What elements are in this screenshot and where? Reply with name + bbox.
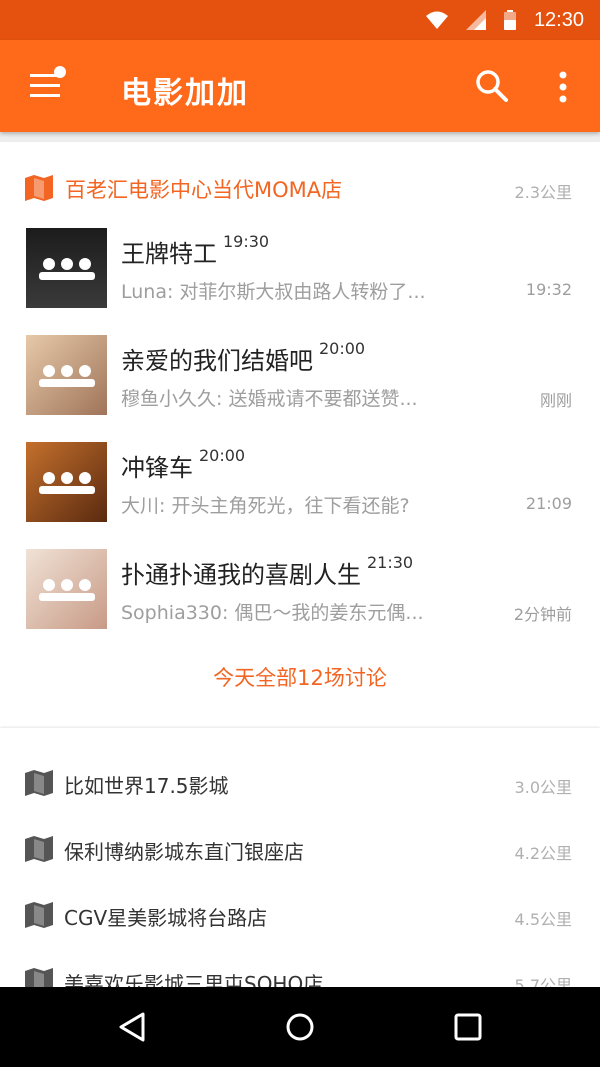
app-title: 电影加加 [121,76,249,111]
movie-row[interactable]: 亲爱的我们结婚吧 20:00 穆鱼小久久: 送婚戒请不要都送赞... 刚刚 [0,335,600,435]
cinema-name: 比如世界17.5影城 [64,774,229,798]
cinema-name: 保利博纳影城东直门银座店 [64,840,304,864]
menu-icon-line [30,94,60,97]
movie-poster [26,228,107,308]
recents-icon [454,1013,482,1041]
movie-row[interactable]: 冲锋车 20:00 大川: 开头主角死光，往下看还能? 21:09 [0,442,600,542]
map-icon [25,770,53,800]
map-icon [25,836,53,866]
movie-poster [26,549,107,629]
all-discussions-link[interactable]: 今天全部12场讨论 [0,662,600,692]
featured-cinema-header[interactable]: 百老汇电影中心当代MOMA店 2.3公里 [0,172,600,206]
showtime: 21:30 [367,553,414,572]
cinema-row[interactable]: 美嘉欢乐影城三里屯SOHO店 5.7公里 [0,964,600,987]
group-chat-icon [39,258,95,280]
movie-title-text: 冲锋车 [121,454,193,482]
featured-cinema-distance: 2.3公里 [514,183,572,202]
search-button[interactable] [474,68,510,104]
cinema-row[interactable]: 保利博纳影城东直门银座店 4.2公里 [0,832,600,892]
status-bar: 12:30 [0,0,600,40]
cellular-signal-icon [465,10,486,30]
more-options-button[interactable] [548,70,578,104]
movie-row[interactable]: 扑通扑通我的喜剧人生 21:30 Sophia330: 偶巴～我的姜东元偶... … [0,549,600,649]
battery-icon [503,10,516,30]
comment-time: 21:09 [525,494,572,513]
movie-title-text: 亲爱的我们结婚吧 [121,347,313,375]
movie-title: 冲锋车 20:00 [121,446,246,483]
cinema-distance: 5.7公里 [514,976,572,987]
cinema-distance: 4.5公里 [514,910,572,929]
latest-comment: Luna: 对菲尔斯大叔由路人转粉了... [121,281,426,303]
movie-title-text: 王牌特工 [121,240,217,268]
cinema-row[interactable]: 比如世界17.5影城 3.0公里 [0,766,600,826]
featured-cinema-name: 百老汇电影中心当代MOMA店 [65,178,343,202]
movie-row[interactable]: 王牌特工 19:30 Luna: 对菲尔斯大叔由路人转粉了... 19:32 [0,228,600,328]
nearby-cinemas-card: 比如世界17.5影城 3.0公里 保利博纳影城东直门银座店 4.2公里 CGV星… [0,728,600,987]
home-button[interactable] [278,1007,322,1047]
showtime: 20:00 [199,446,246,465]
movie-poster [26,442,107,522]
latest-comment: 大川: 开头主角死光，往下看还能? [121,495,410,517]
comment-time: 19:32 [525,280,572,299]
search-icon [476,70,508,102]
latest-comment: Sophia330: 偶巴～我的姜东元偶... [121,602,424,624]
movie-title: 扑通扑通我的喜剧人生 21:30 [121,553,414,590]
status-time: 12:30 [533,8,584,31]
cinema-distance: 3.0公里 [514,778,572,797]
movie-poster [26,335,107,415]
movie-title: 王牌特工 19:30 [121,232,270,269]
group-chat-icon [39,579,95,601]
menu-icon-line [30,84,60,87]
notification-dot-icon [54,66,66,78]
showtime: 20:00 [319,339,366,358]
menu-button[interactable] [28,66,68,106]
app-bar: 电影加加 [0,40,600,132]
movie-title-text: 扑通扑通我的喜剧人生 [121,561,361,589]
wifi-icon [425,11,448,29]
recents-button[interactable] [446,1007,490,1047]
showtime: 19:30 [223,232,270,251]
cinema-name: 美嘉欢乐影城三里屯SOHO店 [64,972,324,987]
map-icon [25,175,53,205]
group-chat-icon [39,472,95,494]
cinema-distance: 4.2公里 [514,844,572,863]
map-icon [25,902,53,932]
home-icon [286,1013,314,1041]
back-button[interactable] [110,1007,154,1047]
system-nav-bar [0,987,600,1067]
cinema-row[interactable]: CGV星美影城将台路店 4.5公里 [0,898,600,958]
cinema-name: CGV星美影城将台路店 [64,906,268,930]
comment-time: 刚刚 [539,391,572,410]
group-chat-icon [39,365,95,387]
comment-time: 2分钟前 [513,605,572,624]
map-icon [25,968,53,987]
latest-comment: 穆鱼小久久: 送婚戒请不要都送赞... [121,388,418,410]
cinema-list[interactable]: 百老汇电影中心当代MOMA店 2.3公里 王牌特工 19:30 Luna: 对菲尔… [0,132,600,987]
back-icon [119,1012,145,1042]
movie-title: 亲爱的我们结婚吧 20:00 [121,339,366,376]
more-vert-icon [559,71,567,103]
